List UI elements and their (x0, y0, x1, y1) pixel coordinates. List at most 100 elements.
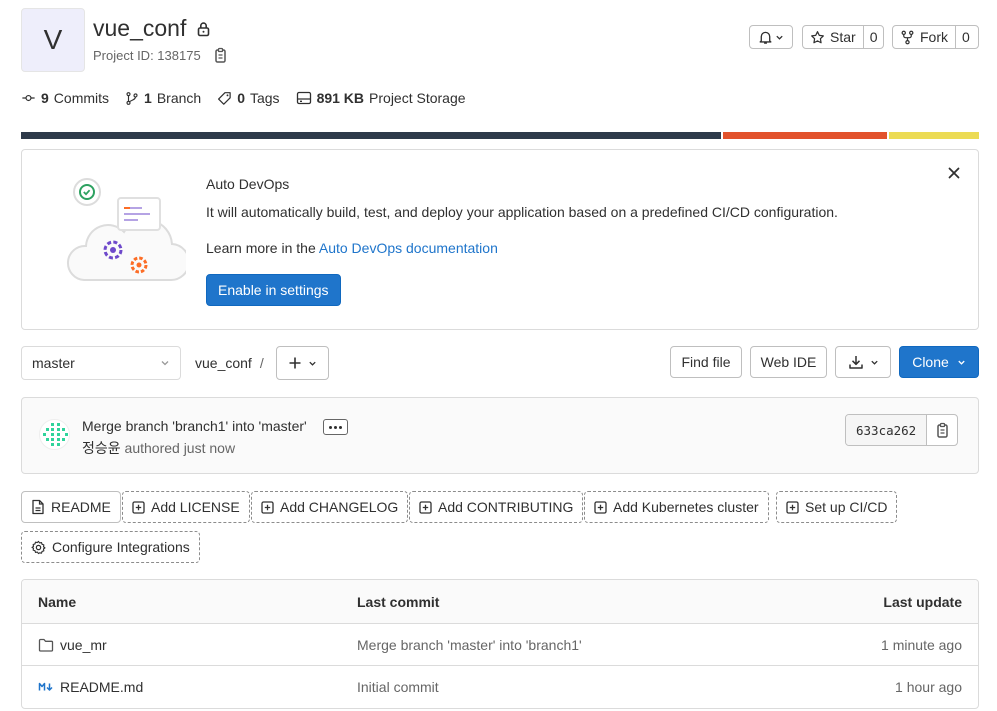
storage-size: 891 KB (316, 90, 365, 106)
auto-devops-banner: Auto DevOps It will automatically build,… (21, 149, 979, 330)
language-segment[interactable] (21, 132, 721, 139)
storage-label: Project Storage (369, 90, 466, 106)
auto-devops-docs-link[interactable]: Auto DevOps documentation (319, 240, 498, 256)
quick-action-label: README (51, 499, 111, 515)
web-ide-button[interactable]: Web IDE (750, 346, 827, 378)
toggle-commit-description-button[interactable] (323, 419, 348, 435)
notifications-button[interactable] (749, 25, 793, 49)
quick-action-label: Set up CI/CD (805, 499, 888, 515)
commits-count: 9 (41, 90, 49, 106)
download-button[interactable] (835, 346, 891, 378)
auto-devops-learn-more: Learn more in the Auto DevOps documentat… (206, 240, 498, 256)
quick-action-label: Add LICENSE (151, 499, 240, 515)
quick-action-button[interactable]: README (21, 491, 121, 523)
copy-project-id-icon[interactable] (213, 47, 228, 64)
quick-action-label: Add Kubernetes cluster (613, 499, 759, 515)
commit-author-line: 정승윤 authored just now (82, 438, 235, 458)
file-name-cell[interactable]: README.md (38, 666, 143, 708)
commit-message[interactable]: Merge branch 'branch1' into 'master' (82, 418, 307, 434)
quick-action-button[interactable]: Set up CI/CD (776, 491, 898, 523)
star-label: Star (830, 29, 856, 45)
author-avatar[interactable] (39, 419, 70, 450)
bell-icon (758, 30, 773, 45)
tags-label: Tags (249, 90, 280, 106)
fork-label: Fork (920, 29, 948, 45)
file-icon (31, 499, 45, 515)
star-button[interactable]: Star 0 (802, 25, 884, 49)
fork-button[interactable]: Fork 0 (892, 25, 979, 49)
auto-devops-description: It will automatically build, test, and d… (206, 204, 838, 220)
header-name: Name (38, 593, 77, 610)
plus-square-icon (594, 500, 607, 514)
breadcrumb-project[interactable]: vue_conf (195, 355, 252, 371)
learn-more-text: Learn more in the (206, 240, 319, 256)
table-row[interactable]: README.md Initial commit 1 hour ago (22, 666, 978, 708)
branches-count: 1 (144, 90, 152, 106)
download-icon (848, 354, 864, 370)
storage-stat[interactable]: 891 KB Project Storage (296, 90, 466, 106)
clone-label: Clone (912, 354, 949, 370)
tags-count: 0 (237, 90, 245, 106)
file-last-commit[interactable]: Merge branch 'master' into 'branch1' (357, 624, 582, 665)
branch-selector[interactable]: master (21, 346, 181, 380)
header-last-update: Last update (883, 593, 962, 610)
quick-action-button[interactable]: Add LICENSE (122, 491, 250, 523)
tag-icon (217, 91, 232, 106)
storage-icon (296, 91, 312, 105)
auto-devops-title: Auto DevOps (206, 176, 290, 192)
star-count[interactable]: 0 (862, 26, 884, 48)
project-id: Project ID: 138175 (93, 48, 201, 63)
chevron-down-icon (308, 359, 317, 368)
quick-action-button[interactable]: Add CHANGELOG (251, 491, 409, 523)
chevron-down-icon (160, 358, 170, 368)
plus-square-icon (419, 500, 432, 514)
file-name[interactable]: vue_mr (60, 637, 107, 653)
project-title[interactable]: vue_conf (93, 15, 186, 42)
file-last-update: 1 minute ago (881, 636, 962, 653)
commit-icon (21, 91, 36, 105)
commit-authored-time: authored just now (124, 440, 236, 456)
clone-button[interactable]: Clone (899, 346, 979, 378)
file-name[interactable]: README.md (60, 679, 143, 695)
copy-sha-icon[interactable] (927, 415, 957, 445)
settings-icon (31, 540, 46, 555)
project-avatar[interactable]: V (21, 8, 85, 72)
close-icon[interactable] (947, 166, 961, 180)
commit-author[interactable]: 정승윤 (82, 440, 121, 456)
plus-square-icon (132, 500, 145, 514)
star-icon (810, 30, 825, 45)
tags-stat[interactable]: 0 Tags (217, 90, 280, 106)
table-row[interactable]: vue_mr Merge branch 'master' into 'branc… (22, 624, 978, 666)
fork-icon (900, 30, 915, 45)
header-last-commit: Last commit (357, 593, 440, 610)
language-segment[interactable] (889, 132, 979, 139)
commit-sha[interactable]: 633ca262 (846, 415, 928, 445)
fork-count[interactable]: 0 (955, 26, 976, 48)
folder-icon (38, 638, 54, 652)
file-name-cell[interactable]: vue_mr (38, 624, 107, 665)
language-segment[interactable] (722, 132, 888, 139)
quick-action-label: Add CHANGELOG (280, 499, 399, 515)
lock-icon (196, 21, 211, 37)
file-last-commit[interactable]: Initial commit (357, 666, 439, 708)
branches-stat[interactable]: 1 Branch (125, 90, 201, 106)
plus-square-icon (786, 500, 799, 514)
repository-languages-bar[interactable] (21, 132, 979, 139)
chevron-down-icon (775, 33, 784, 42)
find-file-button[interactable]: Find file (670, 346, 742, 378)
branches-label: Branch (156, 90, 202, 106)
chevron-down-icon (957, 358, 966, 367)
breadcrumb-separator: / (259, 355, 264, 371)
file-tree-table: Name Last commit Last update vue_mr Merg… (21, 579, 979, 709)
quick-action-button[interactable]: Add Kubernetes cluster (584, 491, 769, 523)
markdown-icon (38, 682, 54, 692)
quick-action-button[interactable]: Add CONTRIBUTING (409, 491, 584, 523)
enable-in-settings-button[interactable]: Enable in settings (206, 274, 341, 306)
add-to-tree-dropdown[interactable] (276, 346, 329, 380)
quick-action-button[interactable]: Configure Integrations (21, 531, 200, 563)
breadcrumb: vue_conf / (195, 355, 264, 371)
project-stats: 9 Commits 1 Branch 0 Tags 891 KB Project… (21, 90, 466, 106)
commits-label: Commits (53, 90, 110, 106)
commits-stat[interactable]: 9 Commits (21, 90, 109, 106)
plus-square-icon (261, 500, 274, 514)
